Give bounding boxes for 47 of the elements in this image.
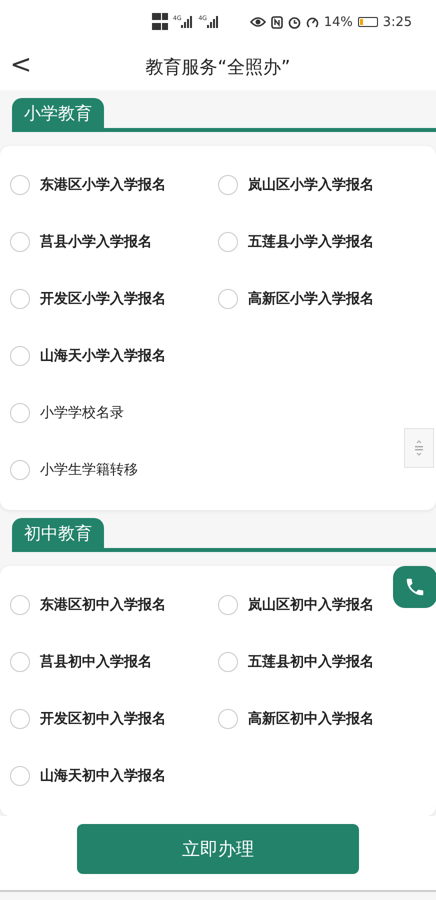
battery-icon — [358, 17, 378, 27]
radio-button[interactable] — [10, 460, 30, 480]
option-item[interactable]: 小学学校名录 — [10, 401, 124, 425]
option-item[interactable]: 莒县初中入学报名 — [10, 650, 152, 674]
phone-icon — [404, 576, 426, 598]
radio-button[interactable] — [218, 289, 238, 309]
radio-button[interactable] — [10, 766, 30, 786]
signal-icon — [206, 16, 219, 28]
radio-button[interactable] — [218, 652, 238, 672]
clock-time: 3:25 — [382, 14, 412, 30]
submit-button[interactable]: 立即办理 — [77, 824, 359, 874]
option-item[interactable]: 五莲县小学入学报名 — [218, 230, 374, 254]
option-item[interactable]: 山海天小学入学报名 — [10, 344, 166, 368]
option-item[interactable]: 东港区小学入学报名 — [10, 173, 166, 197]
back-button[interactable]: < — [6, 50, 36, 80]
radio-button[interactable] — [10, 709, 30, 729]
signal-icon — [181, 16, 194, 28]
nfc-icon — [270, 16, 283, 28]
radio-button[interactable] — [218, 709, 238, 729]
page-title: 教育服务“全照办” — [146, 56, 290, 79]
radio-button[interactable] — [10, 175, 30, 195]
radio-button[interactable] — [218, 175, 238, 195]
radio-button[interactable] — [218, 232, 238, 252]
option-item[interactable]: 山海天初中入学报名 — [10, 764, 166, 788]
phone-button[interactable] — [393, 566, 436, 608]
option-item[interactable]: 高新区初中入学报名 — [218, 707, 374, 731]
radio-button[interactable] — [10, 652, 30, 672]
option-item[interactable]: 小学生学籍转移 — [10, 458, 138, 482]
radio-button[interactable] — [10, 232, 30, 252]
option-item[interactable]: 五莲县初中入学报名 — [218, 650, 374, 674]
radio-button[interactable] — [10, 595, 30, 615]
radio-button[interactable] — [10, 403, 30, 423]
eye-icon — [250, 16, 266, 28]
option-item[interactable]: 开发区初中入学报名 — [10, 707, 166, 731]
battery-percent: 14% — [324, 14, 353, 30]
option-item[interactable]: 岚山区小学入学报名 — [218, 173, 374, 197]
option-item[interactable]: 高新区小学入学报名 — [218, 287, 374, 311]
option-item[interactable]: 开发区小学入学报名 — [10, 287, 166, 311]
option-item[interactable]: 莒县小学入学报名 — [10, 230, 152, 254]
scroll-handle[interactable] — [404, 428, 434, 468]
gauge-icon — [306, 16, 319, 28]
radio-button[interactable] — [218, 595, 238, 615]
option-item[interactable]: 东港区初中入学报名 — [10, 593, 166, 617]
handle-icon — [414, 440, 424, 456]
radio-button[interactable] — [10, 289, 30, 309]
radio-button[interactable] — [10, 346, 30, 366]
option-item[interactable]: 岚山区初中入学报名 — [218, 593, 374, 617]
